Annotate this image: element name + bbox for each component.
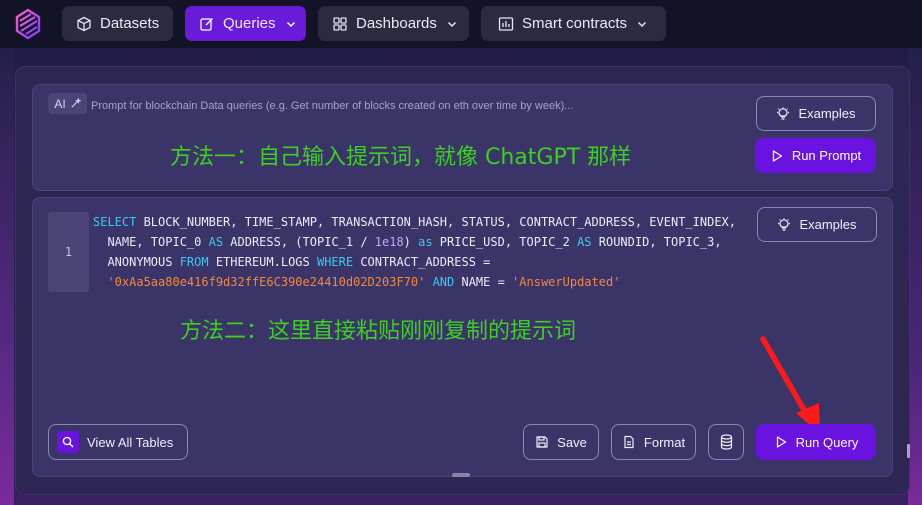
resize-handle[interactable]: [452, 473, 470, 477]
brand-logo-icon[interactable]: [11, 7, 45, 41]
prompt-input[interactable]: Prompt for blockchain Data queries (e.g.…: [91, 100, 573, 112]
annotation-method-one: 方法一：自己输入提示词，就像 ChatGPT 那样: [170, 145, 632, 170]
sql-number: 1e18: [374, 235, 404, 249]
chevron-down-icon: [286, 21, 295, 27]
sql-keyword: as: [418, 235, 433, 249]
sql-string: 'AnswerUpdated': [512, 275, 621, 289]
sql-text: ): [403, 235, 419, 249]
sql-keyword: FROM: [179, 255, 209, 269]
grid-icon: [333, 16, 347, 31]
search-icon-box: [57, 431, 79, 453]
scrollbar-thumb[interactable]: [907, 444, 910, 458]
editor-examples-button[interactable]: Examples: [757, 207, 877, 242]
nav-dashboards[interactable]: Dashboards: [318, 6, 469, 41]
sql-keyword: AND: [425, 275, 455, 289]
sql-keyword: WHERE: [316, 255, 354, 269]
sql-indent: [93, 275, 107, 289]
line-gutter: 1: [48, 212, 89, 292]
ai-badge: AI: [48, 93, 87, 114]
arrow-annotation-icon: [760, 336, 820, 434]
nav-queries-label: Queries: [223, 15, 276, 32]
sql-text: ADDRESS, (TOPIC_1 /: [223, 235, 375, 249]
sql-text: PRICE_USD, TOPIC_2: [432, 235, 578, 249]
nav-dashboards-label: Dashboards: [356, 15, 437, 32]
chevron-down-icon: [447, 21, 456, 27]
edit-icon: [200, 17, 213, 31]
file-icon: [624, 435, 634, 449]
decorative-edge-right: [908, 48, 922, 505]
chevron-down-icon: [638, 21, 647, 27]
sql-text: NAME, TOPIC_0: [93, 235, 209, 249]
search-icon: [62, 436, 74, 448]
run-prompt-button[interactable]: Run Prompt: [755, 138, 876, 173]
sql-string: '0xAa5aa80e416f9d32ffE6C390e24410d02D203…: [107, 275, 426, 289]
run-query-label: Run Query: [795, 434, 859, 450]
nav-datasets[interactable]: Datasets: [62, 6, 173, 41]
format-button[interactable]: Format: [611, 424, 696, 460]
run-query-button[interactable]: Run Query: [756, 424, 876, 460]
sql-text: BLOCK_NUMBER, TIME_STAMP, TRANSACTION_HA…: [136, 215, 737, 229]
nav-datasets-label: Datasets: [100, 15, 160, 32]
lightbulb-icon: [777, 107, 790, 120]
view-all-tables-button[interactable]: View All Tables: [48, 424, 188, 460]
sql-text: ANONYMOUS: [93, 255, 180, 269]
nav-smart-contracts[interactable]: Smart contracts: [481, 6, 666, 41]
sql-text: ETHEREUM.LOGS: [208, 255, 317, 269]
run-prompt-label: Run Prompt: [791, 148, 862, 163]
format-label: Format: [643, 434, 686, 450]
prompt-examples-button[interactable]: Examples: [756, 96, 876, 131]
save-button[interactable]: Save: [523, 424, 599, 460]
prompt-examples-label: Examples: [798, 106, 856, 121]
sql-text: CONTRACT_ADDRESS =: [353, 255, 491, 269]
sql-keyword: AS: [208, 235, 224, 249]
play-icon: [772, 149, 782, 162]
sql-text: ROUNDID, TOPIC_3,: [591, 235, 722, 249]
wand-icon: [71, 98, 81, 108]
lightbulb-icon: [778, 218, 791, 231]
cube-icon: [77, 16, 91, 31]
line-number: 1: [64, 245, 73, 259]
ai-badge-label: AI: [54, 96, 66, 111]
save-label: Save: [557, 434, 587, 450]
sql-text: NAME =: [454, 275, 513, 289]
nav-queries[interactable]: Queries: [185, 6, 306, 41]
decorative-edge-left: [0, 48, 14, 505]
bar-chart-icon: [498, 16, 514, 31]
annotation-method-two: 方法二：这里直接粘贴刚刚复制的提示词: [180, 319, 577, 344]
save-icon: [536, 436, 548, 448]
play-icon: [776, 436, 786, 448]
database-icon: [720, 434, 732, 450]
database-button[interactable]: [708, 424, 744, 460]
view-all-tables-label: View All Tables: [87, 434, 174, 450]
editor-examples-label: Examples: [799, 217, 857, 232]
sql-editor[interactable]: SELECT BLOCK_NUMBER, TIME_STAMP, TRANSAC…: [93, 212, 743, 292]
sql-keyword: AS: [577, 235, 592, 249]
top-nav: Datasets Queries Dashboards Smart contra…: [0, 0, 922, 48]
sql-keyword: SELECT: [93, 215, 137, 229]
nav-smart-contracts-label: Smart contracts: [522, 15, 628, 32]
